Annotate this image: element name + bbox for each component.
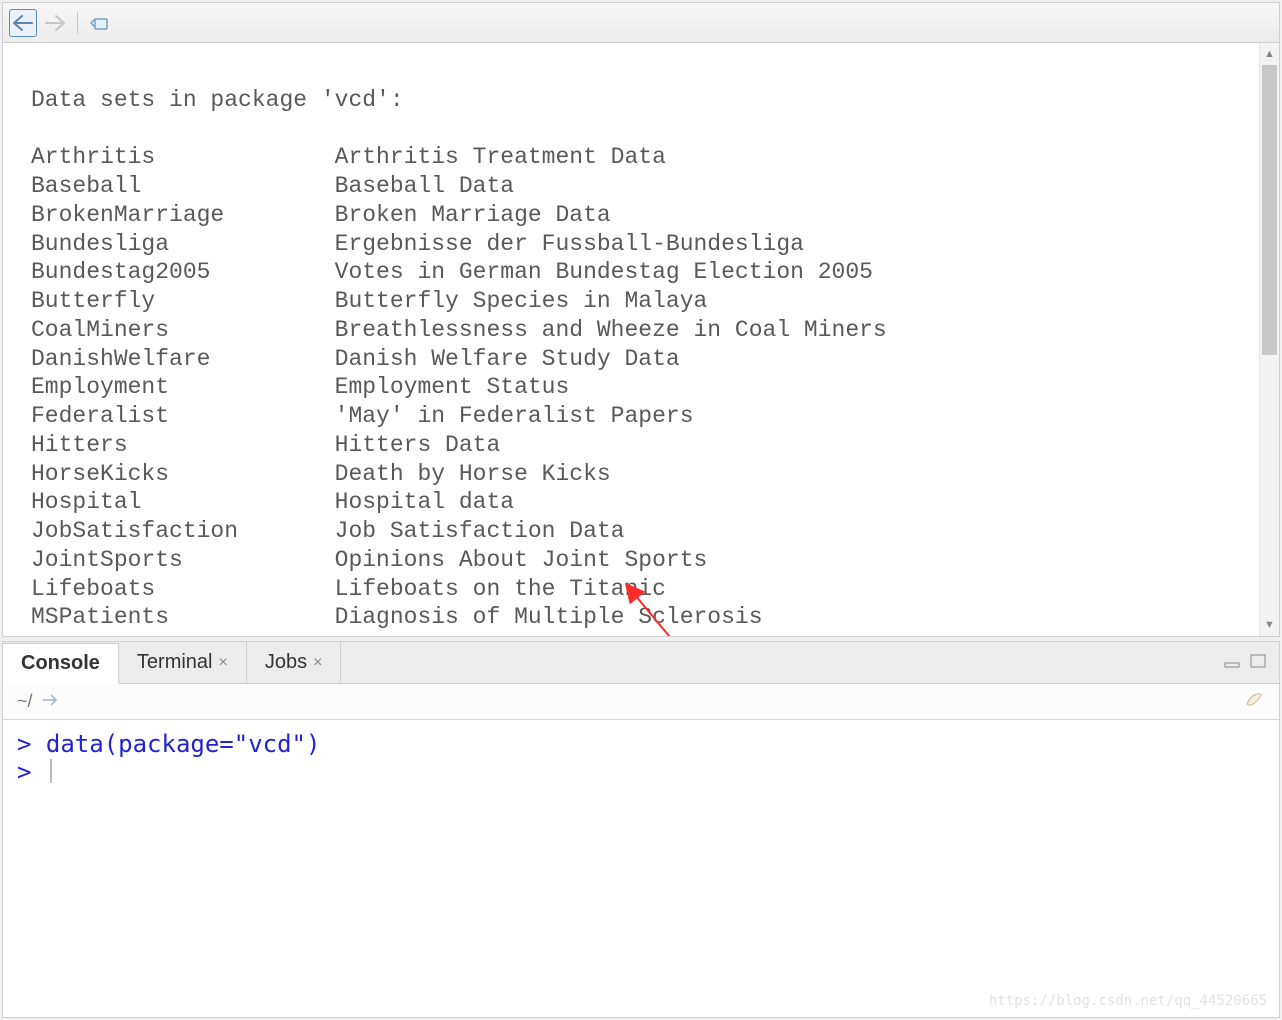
dataset-row: DanishWelfareDanish Welfare Study Data: [31, 345, 1249, 374]
dataset-row: CoalMinersBreathlessness and Wheeze in C…: [31, 316, 1249, 345]
dataset-row: BundesligaErgebnisse der Fussball-Bundes…: [31, 230, 1249, 259]
dataset-row: Federalist'May' in Federalist Papers: [31, 402, 1249, 431]
minimize-pane-icon[interactable]: [1223, 653, 1243, 672]
dataset-description: Job Satisfaction Data: [335, 518, 625, 544]
dataset-row: ButterflyButterfly Species in Malaya: [31, 287, 1249, 316]
clear-console-icon[interactable]: [1243, 690, 1265, 713]
tab-jobs[interactable]: Jobs ×: [247, 642, 342, 683]
dataset-name: HorseKicks: [31, 460, 335, 489]
watermark-text: https://blog.csdn.net/qq_44520665: [989, 993, 1267, 1009]
tab-label: Console: [21, 652, 100, 675]
dataset-row: HorseKicksDeath by Horse Kicks: [31, 460, 1249, 489]
toolbar-separator: [77, 12, 78, 34]
dataset-name: NonResponse: [31, 632, 335, 636]
tab-console[interactable]: Console: [3, 643, 119, 684]
dataset-description: Hitters Data: [335, 432, 501, 458]
tab-label: Terminal: [137, 651, 213, 674]
dataset-name: JointSports: [31, 546, 335, 575]
dataset-name: Bundestag2005: [31, 258, 335, 287]
scroll-down-icon[interactable]: ▼: [1260, 614, 1279, 636]
dataset-name: JobSatisfaction: [31, 517, 335, 546]
back-button[interactable]: [9, 9, 37, 37]
console-path-bar: ~/: [3, 684, 1279, 720]
console-command: data(package="vcd"): [46, 730, 321, 758]
maximize-pane-icon[interactable]: [1249, 653, 1269, 672]
dataset-row: BaseballBaseball Data: [31, 172, 1249, 201]
dataset-description: Votes in German Bundestag Election 2005: [335, 259, 873, 285]
vertical-scrollbar[interactable]: ▲ ▼: [1259, 43, 1279, 636]
dataset-row: LifeboatsLifeboats on the Titanic: [31, 575, 1249, 604]
tab-bar: Console Terminal × Jobs ×: [3, 642, 1279, 684]
prompt-symbol: >: [17, 758, 31, 786]
dataset-description: Danish Welfare Study Data: [335, 346, 680, 372]
dataset-row: JobSatisfactionJob Satisfaction Data: [31, 517, 1249, 546]
dataset-row: HittersHitters Data: [31, 431, 1249, 460]
dataset-name: Federalist: [31, 402, 335, 431]
console-output[interactable]: > data(package="vcd") > https://blog.csd…: [3, 720, 1279, 1017]
go-to-directory-icon[interactable]: [41, 691, 59, 712]
help-toolbar: [3, 3, 1279, 43]
dataset-name: DanishWelfare: [31, 345, 335, 374]
dataset-description: Diagnosis of Multiple Sclerosis: [335, 604, 763, 630]
dataset-row: HospitalHospital data: [31, 488, 1249, 517]
dataset-description: Death by Horse Kicks: [335, 461, 611, 487]
dataset-name: Hitters: [31, 431, 335, 460]
dataset-description: 'May' in Federalist Papers: [335, 403, 694, 429]
dataset-description: Butterfly Species in Malaya: [335, 288, 708, 314]
dataset-name: Arthritis: [31, 143, 335, 172]
dataset-name: Bundesliga: [31, 230, 335, 259]
dataset-name: MSPatients: [31, 603, 335, 632]
dataset-description: Opinions About Joint Sports: [335, 547, 708, 573]
dataset-description: Lifeboats on the Titanic: [335, 576, 666, 602]
help-content-area[interactable]: Data sets in package 'vcd': ArthritisArt…: [3, 43, 1259, 636]
dataset-description: Employment Status: [335, 374, 570, 400]
help-viewer-pane: Data sets in package 'vcd': ArthritisArt…: [2, 2, 1280, 637]
tab-terminal[interactable]: Terminal ×: [119, 642, 247, 683]
prompt-symbol: >: [17, 730, 31, 758]
dataset-row: JointSportsOpinions About Joint Sports: [31, 546, 1249, 575]
text-cursor: [50, 759, 52, 783]
tab-label: Jobs: [265, 651, 307, 674]
dataset-name: Lifeboats: [31, 575, 335, 604]
dataset-row: BrokenMarriageBroken Marriage Data: [31, 201, 1249, 230]
close-icon[interactable]: ×: [313, 654, 322, 672]
console-line: >: [17, 758, 1265, 786]
dataset-name: CoalMiners: [31, 316, 335, 345]
dataset-name: Butterfly: [31, 287, 335, 316]
dataset-name: BrokenMarriage: [31, 201, 335, 230]
dataset-description: Baseball Data: [335, 173, 514, 199]
dataset-description: Non-Response Survey Data: [335, 633, 666, 636]
dataset-row: ArthritisArthritis Treatment Data: [31, 143, 1249, 172]
dataset-row: Bundestag2005Votes in German Bundestag E…: [31, 258, 1249, 287]
dataset-name: Hospital: [31, 488, 335, 517]
console-pane: Console Terminal × Jobs × ~/: [2, 641, 1280, 1018]
dataset-name: Baseball: [31, 172, 335, 201]
dataset-description: Hospital data: [335, 489, 514, 515]
dataset-description: Broken Marriage Data: [335, 202, 611, 228]
dataset-row: MSPatientsDiagnosis of Multiple Sclerosi…: [31, 603, 1249, 632]
dataset-name: Employment: [31, 373, 335, 402]
scroll-up-icon[interactable]: ▲: [1260, 43, 1279, 65]
popout-window-button[interactable]: [86, 9, 114, 37]
dataset-description: Arthritis Treatment Data: [335, 144, 666, 170]
forward-button[interactable]: [41, 9, 69, 37]
dataset-description: Breathlessness and Wheeze in Coal Miners: [335, 317, 887, 343]
dataset-row: EmploymentEmployment Status: [31, 373, 1249, 402]
dataset-description: Ergebnisse der Fussball-Bundesliga: [335, 231, 804, 257]
console-line: > data(package="vcd"): [17, 730, 1265, 758]
scroll-thumb[interactable]: [1262, 65, 1277, 355]
close-icon[interactable]: ×: [218, 654, 227, 672]
help-header-line: Data sets in package 'vcd':: [31, 87, 404, 113]
working-directory: ~/: [17, 691, 33, 712]
dataset-row: NonResponseNon-Response Survey Data: [31, 632, 1249, 636]
